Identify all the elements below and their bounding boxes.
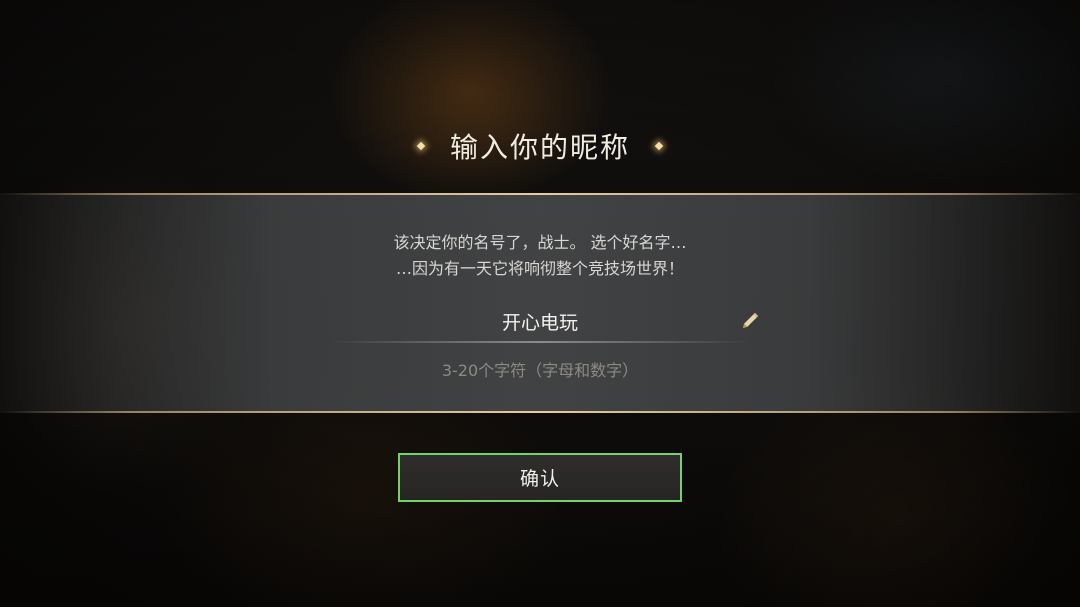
pencil-icon[interactable]: [740, 311, 760, 331]
nickname-hint: 3-20个字符（字母和数字）: [441, 361, 639, 380]
title-row: 输入你的昵称: [0, 124, 1080, 168]
description-line-1: 该决定你的名号了，战士。 选个好名字…: [393, 233, 687, 252]
panel-bottom-border: [0, 411, 1080, 413]
description: 该决定你的名号了，战士。 选个好名字… …因为有一天它将响彻整个竞技场世界！: [0, 230, 1080, 282]
nickname-field: [320, 306, 760, 336]
description-line-2: …因为有一天它将响彻整个竞技场世界！: [395, 259, 684, 278]
nickname-input[interactable]: [320, 306, 760, 336]
nickname-screen: 输入你的昵称 该决定你的名号了，战士。 选个好名字… …因为有一天它将响彻整个竞…: [0, 0, 1080, 607]
nickname-underline: [330, 341, 750, 343]
confirm-button[interactable]: 确认: [398, 453, 682, 502]
nickname-panel: 该决定你的名号了，战士。 选个好名字… …因为有一天它将响彻整个竞技场世界！ 3…: [0, 193, 1080, 413]
sparkle-icon: [652, 139, 666, 153]
dialog-title: 输入你的昵称: [449, 131, 630, 164]
confirm-button-label: 确认: [519, 468, 560, 490]
panel-top-border: [0, 193, 1080, 195]
sparkle-icon: [414, 139, 428, 153]
